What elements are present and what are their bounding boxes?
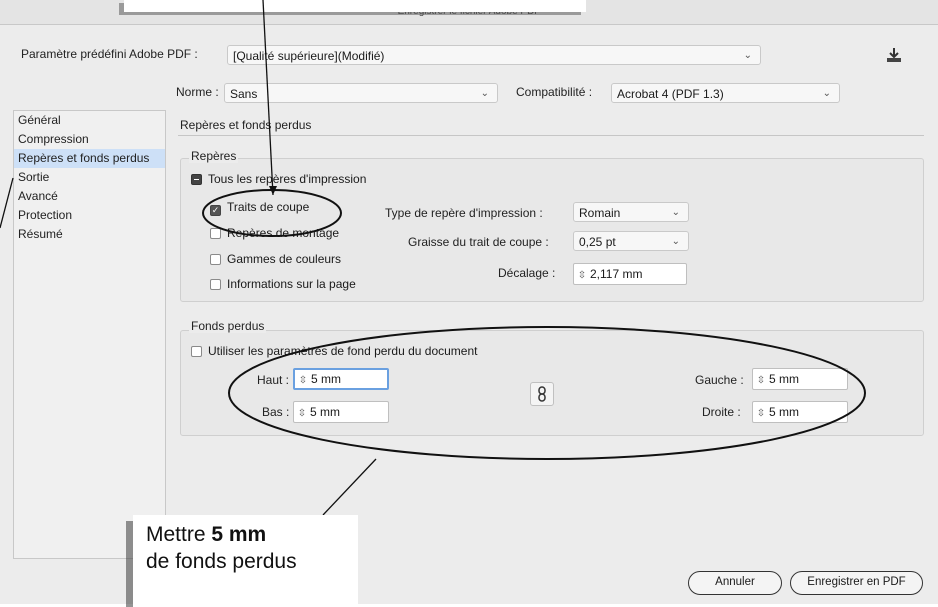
- checkbox-mixed-icon: [191, 174, 202, 185]
- chain-link-icon[interactable]: [530, 382, 554, 406]
- checkbox-icon: [210, 228, 221, 239]
- bleed-bottom-field[interactable]: ⇳ 5 mm: [293, 401, 389, 423]
- standard-select[interactable]: Sans ⌄: [224, 83, 498, 103]
- page-info-checkbox[interactable]: Informations sur la page: [210, 277, 356, 291]
- chevron-down-icon: ⌄: [743, 50, 752, 61]
- compat-label: Compatibilité :: [516, 85, 593, 99]
- registration-marks-checkbox[interactable]: Repères de montage: [210, 226, 339, 240]
- color-bars-label: Gammes de couleurs: [227, 252, 342, 266]
- save-pdf-dialog: Enregistrer le fichier Adobe PDF Paramèt…: [0, 0, 938, 604]
- mark-type-select[interactable]: Romain ⌄: [573, 202, 689, 222]
- preset-value: [Qualité supérieure](Modifié): [233, 49, 385, 63]
- cancel-button[interactable]: Annuler: [688, 571, 782, 595]
- compat-value: Acrobat 4 (PDF 1.3): [617, 87, 724, 101]
- trim-weight-label: Graisse du trait de coupe :: [408, 235, 549, 249]
- category-sidebar: Général Compression Repères et fonds per…: [13, 110, 166, 559]
- bleed-top-value: 5 mm: [311, 372, 341, 386]
- bleed-right-field[interactable]: ⇳ 5 mm: [752, 401, 848, 423]
- chevron-down-icon: ⌄: [822, 88, 831, 99]
- download-preset-icon[interactable]: [885, 47, 903, 63]
- offset-field[interactable]: ⇳ 2,117 mm: [573, 263, 687, 285]
- preset-select[interactable]: [Qualité supérieure](Modifié) ⌄: [227, 45, 761, 65]
- stepper-icon[interactable]: ⇳: [753, 371, 769, 391]
- bleed-left-field[interactable]: ⇳ 5 mm: [752, 368, 848, 390]
- callout-prefix: Mettre: [146, 523, 206, 546]
- trim-weight-value: 0,25 pt: [579, 235, 616, 249]
- save-pdf-button[interactable]: Enregistrer en PDF: [790, 571, 923, 595]
- bleed-left-label: Gauche :: [695, 373, 744, 387]
- sidebar-item-marks-bleeds[interactable]: Repères et fonds perdus: [14, 149, 165, 168]
- sidebar-item-general[interactable]: Général: [14, 111, 165, 130]
- bleed-bottom-label: Bas :: [262, 405, 290, 419]
- stepper-icon[interactable]: ⇳: [295, 372, 311, 390]
- color-bars-checkbox[interactable]: Gammes de couleurs: [210, 252, 341, 266]
- sidebar-item-advanced[interactable]: Avancé: [14, 187, 165, 206]
- bleed-bottom-value: 5 mm: [310, 405, 340, 419]
- mark-type-value: Romain: [579, 206, 621, 220]
- use-doc-bleed-label: Utiliser les paramètres de fond perdu du…: [208, 344, 478, 358]
- stepper-icon[interactable]: ⇳: [753, 404, 769, 424]
- chevron-down-icon: ⌄: [480, 88, 489, 99]
- bleed-top-field[interactable]: ⇳ 5 mm: [293, 368, 389, 390]
- sidebar-item-security[interactable]: Protection: [14, 206, 165, 225]
- use-doc-bleed-checkbox[interactable]: Utiliser les paramètres de fond perdu du…: [191, 344, 477, 358]
- stepper-icon[interactable]: ⇳: [574, 266, 590, 286]
- callout-bold: 5 mm: [211, 523, 267, 546]
- offset-value: 2,117 mm: [590, 267, 643, 281]
- mark-type-label: Type de repère d'impression :: [385, 206, 543, 220]
- bleed-left-value: 5 mm: [769, 372, 799, 386]
- trim-marks-checkbox[interactable]: ✓ Traits de coupe: [210, 200, 309, 216]
- checkbox-icon: [191, 346, 202, 357]
- offset-label: Décalage :: [498, 266, 556, 280]
- chevron-down-icon: ⌄: [671, 207, 680, 218]
- bleed-right-label: Droite :: [702, 405, 741, 419]
- all-marks-label: Tous les repères d'impression: [208, 172, 367, 186]
- top-callout-box: [124, 0, 586, 12]
- preset-label: Paramètre prédéfini Adobe PDF :: [21, 47, 198, 61]
- page-info-label: Informations sur la page: [227, 277, 356, 291]
- compat-select[interactable]: Acrobat 4 (PDF 1.3) ⌄: [611, 83, 840, 103]
- trim-weight-select[interactable]: 0,25 pt ⌄: [573, 231, 689, 251]
- stepper-icon[interactable]: ⇳: [294, 404, 310, 424]
- standard-label: Norme :: [176, 85, 219, 99]
- panel-title: Repères et fonds perdus: [180, 118, 312, 132]
- callout-line-1: Mettre 5 mm: [146, 521, 358, 548]
- all-marks-checkbox[interactable]: Tous les repères d'impression: [191, 172, 366, 186]
- sidebar-item-output[interactable]: Sortie: [14, 168, 165, 187]
- sidebar-item-compression[interactable]: Compression: [14, 130, 165, 149]
- checkmark-icon: ✓: [210, 205, 221, 216]
- bleeds-group-title: Fonds perdus: [189, 319, 267, 333]
- registration-marks-label: Repères de montage: [227, 226, 340, 240]
- bleed-top-label: Haut :: [257, 373, 290, 387]
- bleed-callout: Mettre 5 mm de fonds perdus: [133, 515, 358, 607]
- panel-divider: [178, 135, 924, 136]
- callout-line-2: de fonds perdus: [146, 550, 297, 573]
- trim-marks-label: Traits de coupe: [227, 200, 310, 214]
- checkbox-icon: [210, 254, 221, 265]
- marks-group-title: Repères: [189, 149, 239, 163]
- bleed-right-value: 5 mm: [769, 405, 799, 419]
- sidebar-item-summary[interactable]: Résumé: [14, 225, 165, 244]
- standard-value: Sans: [230, 87, 258, 101]
- checkbox-icon: [210, 279, 221, 290]
- chevron-down-icon: ⌄: [671, 236, 680, 247]
